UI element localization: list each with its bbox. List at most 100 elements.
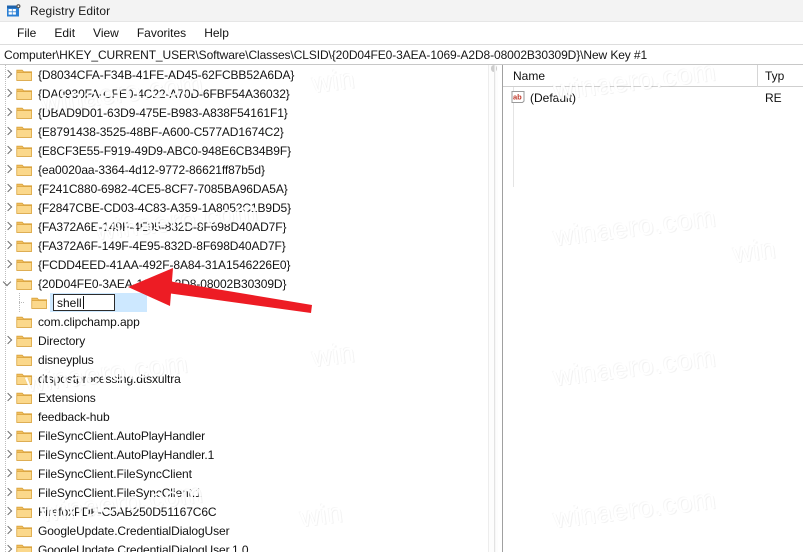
registry-editor-icon [6,3,22,19]
folder-icon [16,429,33,443]
tree-row[interactable]: {D8034CFA-F34B-41FE-AD45-62FCBB52A6DA} [0,65,488,84]
chevron-right-icon[interactable] [0,388,16,407]
menu-file[interactable]: File [8,24,45,42]
folder-icon [16,448,33,462]
rename-input-value: shell [57,295,82,310]
folder-icon [16,239,33,253]
chevron-down-icon[interactable] [0,274,16,293]
value-name-text: (Default) [530,90,577,105]
tree-row[interactable]: dtspostprocessing.dtsxultra [0,369,488,388]
tree-node-label: com.clipchamp.app [38,314,140,329]
address-path-text: Computer\HKEY_CURRENT_USER\Software\Clas… [4,47,648,62]
folder-icon [16,524,33,538]
tree-node-label: FileSyncClient.FileSyncClient.1 [38,485,202,500]
tree-node-label: {F241C880-6982-4CE5-8CF7-7085BA96DA5A} [38,181,288,196]
tree-row[interactable]: disneyplus [0,350,488,369]
tree-row[interactable]: GoogleUpdate.CredentialDialogUser.1.0 [0,540,488,552]
chevron-right-icon[interactable] [0,502,16,521]
chevron-right-icon[interactable] [0,122,16,141]
menu-view[interactable]: View [84,24,128,42]
tree-node-label: GoogleUpdate.CredentialDialogUser [38,523,230,538]
value-type-text: RE [765,90,782,105]
rename-editor[interactable]: shell [50,292,147,312]
chevron-right-icon[interactable] [0,179,16,198]
svg-text:ab: ab [513,93,522,102]
tree-node-label: {FA372A6E-149F-4E95-832D-8F698D40AD7F} [38,219,287,234]
text-caret [82,296,84,309]
tree-row[interactable]: {F241C880-6982-4CE5-8CF7-7085BA96DA5A} [0,179,488,198]
column-header-name[interactable]: Name [503,64,758,87]
menu-edit[interactable]: Edit [45,24,84,42]
tree-row[interactable]: {20D04FE0-3AEA-1069-A2D8-08002B30309D} [0,274,488,293]
menu-help[interactable]: Help [195,24,238,42]
chevron-right-icon[interactable] [0,141,16,160]
tree-node-label: {F2847CBE-CD03-4C83-A359-1A8052C1B9D5} [38,200,292,215]
registry-editor-window: Registry Editor File Edit View Favorites… [0,0,803,552]
registry-key-tree[interactable]: {D8034CFA-F34B-41FE-AD45-62FCBB52A6DA} {D… [0,65,488,552]
chevron-right-icon[interactable] [0,84,16,103]
tree-node-label: {E8CF3E55-F919-49D9-ABC0-948E6CB34B9F} [38,143,292,158]
tree-row[interactable]: Directory [0,331,488,350]
rename-input[interactable]: shell [53,294,115,311]
tree-row[interactable]: FileSyncClient.AutoPlayHandler [0,426,488,445]
tree-row[interactable]: {FCDD4EED-41AA-492F-8A84-31A1546226E0} [0,255,488,274]
chevron-right-icon[interactable] [0,331,16,350]
pane-splitter[interactable] [494,65,496,552]
tree-row[interactable]: {F2847CBE-CD03-4C83-A359-1A8052C1B9D5} [0,198,488,217]
folder-icon [16,87,33,101]
tree-row[interactable]: FirefoxPDF-C5AB250D51167C6C [0,502,488,521]
column-header-type[interactable]: Typ [758,65,784,87]
registry-values-list[interactable]: Name Typ ab (Default) RE [503,64,803,552]
tree-row[interactable]: FileSyncClient.FileSyncClient.1 [0,483,488,502]
folder-icon [16,277,33,291]
chevron-right-icon[interactable] [0,464,16,483]
tree-node-label: FirefoxPDF-C5AB250D51167C6C [38,504,217,519]
values-list-row[interactable]: ab (Default) RE [503,88,803,107]
chevron-right-icon[interactable] [0,426,16,445]
menu-bar: File Edit View Favorites Help [0,22,803,44]
chevron-right-icon[interactable] [0,540,16,552]
folder-icon [16,543,33,552]
tree-row[interactable]: com.clipchamp.app [0,312,488,331]
tree-node-label: {D8034CFA-F34B-41FE-AD45-62FCBB52A6DA} [38,67,295,82]
address-bar[interactable]: Computer\HKEY_CURRENT_USER\Software\Clas… [0,44,803,65]
folder-icon [16,182,33,196]
tree-row[interactable]: {E8791438-3525-48BF-A600-C577AD1674C2} [0,122,488,141]
menu-favorites[interactable]: Favorites [128,24,195,42]
content-area: {D8034CFA-F34B-41FE-AD45-62FCBB52A6DA} {D… [0,64,803,552]
tree-row[interactable]: {ea0020aa-3364-4d12-9772-86621ff87b5d} [0,160,488,179]
folder-icon [16,220,33,234]
chevron-right-icon[interactable] [0,255,16,274]
chevron-right-icon[interactable] [0,65,16,84]
tree-row[interactable]: {DA0930FA-CFE0-4C22-A70D-6FBF54A36032} [0,84,488,103]
folder-icon [16,315,33,329]
folder-icon [16,125,33,139]
tree-node-label: {E8791438-3525-48BF-A600-C577AD1674C2} [38,124,284,139]
tree-row[interactable]: {DBAD9D01-63D9-475E-B983-A838F54161F1} [0,103,488,122]
tree-row-editing[interactable]: shell [0,292,488,312]
chevron-right-icon[interactable] [0,236,16,255]
chevron-right-icon[interactable] [0,160,16,179]
chevron-right-icon[interactable] [0,521,16,540]
tree-row[interactable]: {FA372A6F-149F-4E95-832D-8F698D40AD7F} [0,236,488,255]
tree-row[interactable]: feedback-hub [0,407,488,426]
chevron-right-icon[interactable] [0,217,16,236]
tree-vertical-scrollbar[interactable] [488,65,498,552]
tree-node-label: FileSyncClient.AutoPlayHandler [38,428,206,443]
chevron-right-icon[interactable] [0,103,16,122]
folder-icon [31,296,48,310]
folder-icon [16,334,33,348]
tree-row[interactable]: {E8CF3E55-F919-49D9-ABC0-948E6CB34B9F} [0,141,488,160]
tree-node-label: {FA372A6F-149F-4E95-832D-8F698D40AD7F} [38,238,286,253]
tree-node-label: FileSyncClient.FileSyncClient [38,466,192,481]
folder-icon [16,68,33,82]
tree-row[interactable]: FileSyncClient.AutoPlayHandler.1 [0,445,488,464]
tree-row[interactable]: GoogleUpdate.CredentialDialogUser [0,521,488,540]
chevron-right-icon[interactable] [0,198,16,217]
tree-row[interactable]: FileSyncClient.FileSyncClient [0,464,488,483]
chevron-right-icon[interactable] [0,445,16,464]
chevron-right-icon[interactable] [0,483,16,502]
tree-row[interactable]: {FA372A6E-149F-4E95-832D-8F698D40AD7F} [0,217,488,236]
tree-row[interactable]: Extensions [0,388,488,407]
